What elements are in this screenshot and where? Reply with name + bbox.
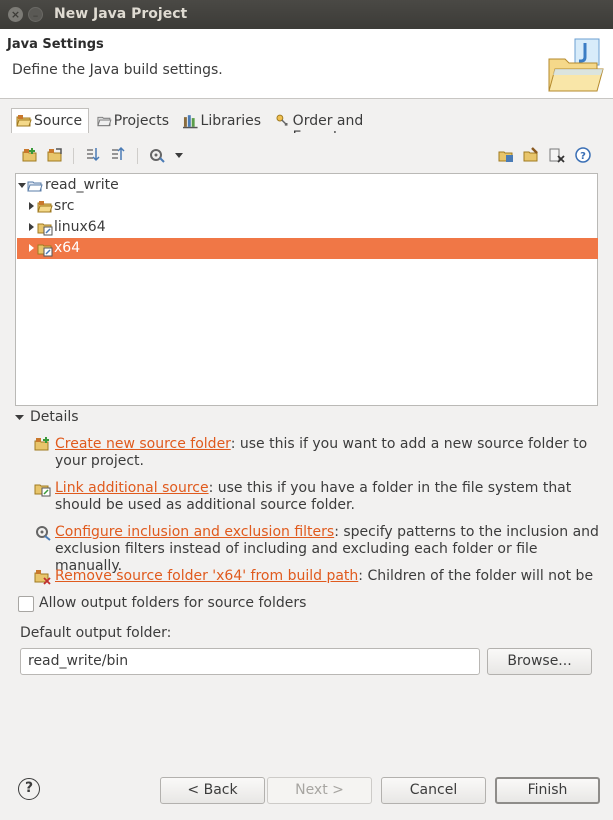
tab-libraries[interactable]: Libraries xyxy=(178,108,266,133)
page-description: Define the Java build settings. xyxy=(12,62,223,78)
default-output-folder-input[interactable]: read_write/bin xyxy=(20,648,480,675)
tree-row-selected[interactable]: x64 xyxy=(17,238,598,259)
project-folder-icon xyxy=(27,181,43,192)
new-source-folder-icon[interactable] xyxy=(497,146,515,164)
tree-row[interactable]: read_write xyxy=(17,175,598,196)
link-source-icon xyxy=(34,484,51,497)
cancel-button[interactable]: Cancel xyxy=(381,777,486,804)
tab-label: Projects xyxy=(113,113,169,129)
wizard-header: Java Settings Define the Java build sett… xyxy=(0,29,613,99)
allow-output-folders-checkbox[interactable] xyxy=(18,596,34,612)
linked-folder-icon xyxy=(37,244,53,257)
remove-source-folder-icon xyxy=(34,570,51,585)
java-folder-banner-icon xyxy=(548,38,604,92)
projects-icon xyxy=(97,116,112,127)
link-additional-source-link[interactable]: Link additional source xyxy=(55,480,209,496)
collapse-arrow-icon[interactable] xyxy=(29,202,34,210)
source-folder-icon xyxy=(16,115,32,127)
detail-text: : specify patterns to the inclusion and xyxy=(334,524,599,540)
help-icon[interactable]: ? xyxy=(574,146,592,164)
package-folder-icon xyxy=(37,201,53,213)
window-titlebar: × – New Java Project xyxy=(0,0,613,29)
expand-arrow-icon[interactable] xyxy=(18,183,26,188)
add-source-folder-icon[interactable] xyxy=(21,146,39,164)
browse-button[interactable]: Browse... xyxy=(487,648,592,675)
create-source-folder-link[interactable]: Create new source folder xyxy=(55,436,231,452)
tab-order-and-export[interactable]: Order and Export xyxy=(270,108,416,145)
linked-folder-icon xyxy=(37,223,53,236)
detail-item: Link additional source: use this if you … xyxy=(55,480,600,514)
detail-item: Create new source folder: use this if yo… xyxy=(55,436,600,470)
collapse-arrow-icon[interactable] xyxy=(29,223,34,231)
toolbar-separator xyxy=(73,148,74,164)
help-icon[interactable]: ? xyxy=(18,778,40,800)
tab-projects[interactable]: Projects xyxy=(92,108,174,133)
tab-source[interactable]: Source xyxy=(11,108,89,133)
detail-item: Remove source folder 'x64' from build pa… xyxy=(55,568,600,585)
details-collapse-icon[interactable] xyxy=(15,413,24,422)
page-title: Java Settings xyxy=(7,37,104,52)
default-output-folder-label: Default output folder: xyxy=(20,625,172,641)
detail-text: your project. xyxy=(55,453,144,469)
tree-row-label: x64 xyxy=(54,240,81,256)
remove-source-folder-link[interactable]: Remove source folder 'x64' from build pa… xyxy=(55,568,358,584)
new-source-folder-icon xyxy=(34,437,49,451)
libraries-icon xyxy=(183,115,198,129)
tree-row-label: src xyxy=(54,198,75,214)
export-icon[interactable] xyxy=(109,146,127,164)
collapse-arrow-icon[interactable] xyxy=(29,244,34,252)
tab-label: Libraries xyxy=(200,113,261,129)
finish-button[interactable]: Finish xyxy=(495,777,600,804)
tree-row-label: linux64 xyxy=(54,219,106,235)
svg-text:?: ? xyxy=(580,151,586,162)
remove-icon[interactable] xyxy=(548,146,566,164)
detail-text: : use this if you want to add a new sour… xyxy=(230,436,588,452)
tree-row[interactable]: src xyxy=(17,196,598,217)
details-scroll-clip: Remove source folder 'x64' from build pa… xyxy=(0,566,613,590)
back-button[interactable]: < Back xyxy=(160,777,265,804)
detail-text: : Children of the folder will not be xyxy=(358,568,594,584)
toolbar-separator xyxy=(137,148,138,164)
close-icon[interactable]: × xyxy=(8,7,23,22)
minimize-icon[interactable]: – xyxy=(28,7,43,22)
tab-label: Source xyxy=(34,113,83,129)
details-label[interactable]: Details xyxy=(30,409,79,425)
configure-build-path-icon[interactable] xyxy=(148,146,166,164)
window-title: New Java Project xyxy=(54,6,188,22)
source-folder-tree[interactable]: read_write src linux64 x64 xyxy=(15,173,598,406)
next-button[interactable]: Next > xyxy=(267,777,372,804)
allow-output-folders-label[interactable]: Allow output folders for source folders xyxy=(39,595,306,611)
order-export-icon xyxy=(276,114,288,126)
detail-text: : use this if you have a folder in the f… xyxy=(208,480,572,496)
tree-row-label: read_write xyxy=(45,177,119,193)
edit-icon[interactable] xyxy=(522,146,540,164)
configure-filters-icon xyxy=(36,526,51,541)
import-icon[interactable] xyxy=(84,146,102,164)
tree-row[interactable]: linux64 xyxy=(17,217,598,238)
link-source-folder-icon[interactable] xyxy=(46,146,64,164)
detail-text: should be used as additional source fold… xyxy=(55,497,355,513)
configure-filters-link[interactable]: Configure inclusion and exclusion filter… xyxy=(55,524,334,540)
dropdown-arrow-icon[interactable] xyxy=(172,146,186,164)
